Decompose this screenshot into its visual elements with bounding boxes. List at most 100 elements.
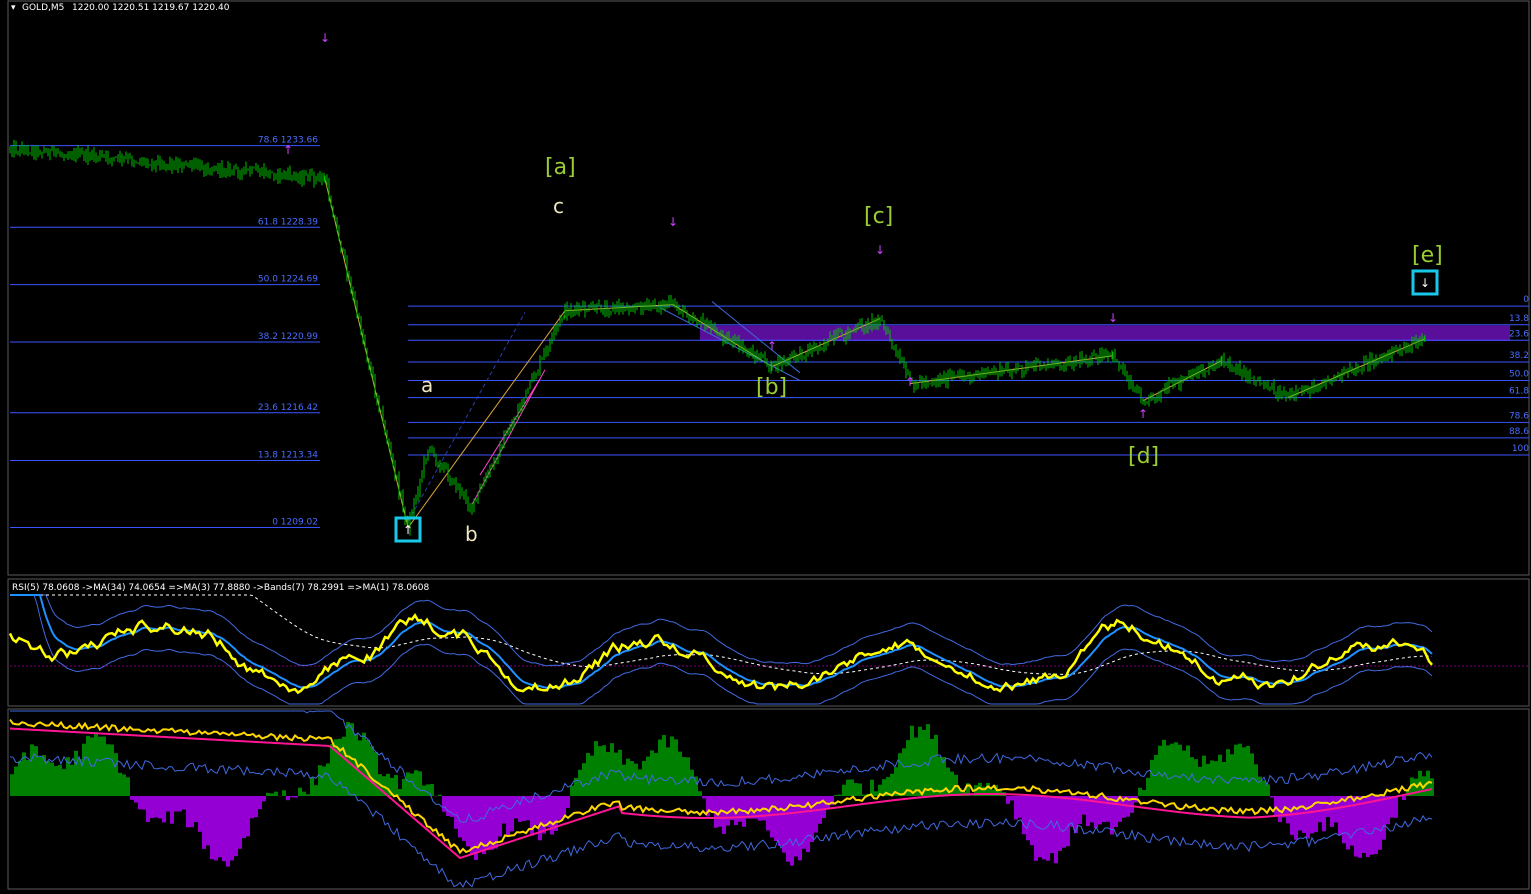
- osc-bar-neg: [174, 796, 178, 812]
- osc-bar-neg: [218, 796, 222, 858]
- osc-bar-pos: [386, 773, 390, 796]
- resistance-zone: [700, 325, 1510, 342]
- osc-bar-pos: [26, 760, 30, 796]
- osc-bar-pos: [1178, 744, 1182, 796]
- osc-bar-pos: [1250, 753, 1254, 796]
- osc-bar-neg: [242, 796, 246, 839]
- osc-bar-pos: [102, 736, 106, 796]
- osc-bar-neg: [294, 796, 298, 798]
- fib-right-label: 61.8: [1509, 387, 1529, 397]
- osc-bar-pos: [318, 765, 322, 796]
- wave-label-b-bracket: [b]: [756, 375, 787, 400]
- osc-bar-neg: [750, 796, 754, 819]
- osc-bar-pos: [1238, 743, 1242, 796]
- osc-bar-pos: [586, 753, 590, 796]
- osc-bar-pos: [634, 763, 638, 796]
- osc-bar-pos: [582, 763, 586, 796]
- osc-bar-pos: [1226, 749, 1230, 796]
- osc-bar-neg: [250, 796, 254, 819]
- osc-bar-pos: [46, 760, 50, 796]
- osc-bar-pos: [858, 783, 862, 796]
- osc-bar-neg: [198, 796, 202, 832]
- osc-bar-neg: [494, 796, 498, 849]
- osc-bar-pos: [310, 777, 314, 796]
- osc-bar-pos: [406, 772, 410, 796]
- osc-bar-neg: [506, 796, 510, 836]
- osc-bar-pos: [426, 784, 430, 796]
- osc-bar-pos: [610, 743, 614, 796]
- osc-bar-pos: [902, 748, 906, 796]
- wave-label-c-bracket: [c]: [864, 204, 893, 229]
- osc-bar-pos: [58, 765, 62, 796]
- osc-bar-neg: [462, 796, 466, 841]
- wave-label-b: b: [465, 522, 478, 546]
- osc-bar-neg: [1346, 796, 1350, 850]
- osc-bar-neg: [1358, 796, 1362, 858]
- osc-bar-pos: [418, 771, 422, 796]
- osc-bar-neg: [1270, 796, 1274, 798]
- osc-bar-neg: [1110, 796, 1114, 835]
- osc-bar-pos: [934, 734, 938, 796]
- osc-bar-pos: [34, 746, 38, 796]
- osc-bar-pos: [1210, 760, 1214, 796]
- osc-bar-neg: [286, 796, 290, 801]
- wave-label-a-bracket: [a]: [545, 155, 576, 180]
- osc-bar-neg: [154, 796, 158, 818]
- osc-bar-pos: [1162, 739, 1166, 796]
- osc-bar-neg: [1310, 796, 1314, 834]
- osc-bar-neg: [1046, 796, 1050, 861]
- osc-bar-neg: [1294, 796, 1298, 840]
- fib-right-label: 100: [1512, 444, 1529, 454]
- osc-bar-pos: [1258, 776, 1262, 796]
- osc-bar-pos: [1150, 759, 1154, 796]
- osc-bar-neg: [558, 796, 562, 820]
- osc-bar-pos: [914, 737, 918, 796]
- osc-bar-pos: [662, 735, 666, 796]
- osc-bar-neg: [202, 796, 206, 849]
- osc-bar-pos: [10, 774, 14, 796]
- osc-bar-pos: [670, 736, 674, 796]
- osc-bar-pos: [1206, 763, 1210, 796]
- trading-chart[interactable]: 78.6 1233.6661.8 1228.3950.0 1224.6938.2…: [0, 0, 1531, 894]
- osc-bar-pos: [918, 726, 922, 796]
- osc-bar-pos: [898, 753, 902, 796]
- osc-bar-neg: [1026, 796, 1030, 841]
- fib-left-label: 61.8 1228.39: [258, 217, 318, 227]
- fib-left-label: 0 1209.02: [272, 518, 318, 528]
- fib-right-label: 88.6: [1509, 427, 1529, 437]
- symbol-label: GOLD,M5: [22, 3, 64, 13]
- osc-bar-pos: [90, 737, 94, 796]
- osc-bar-neg: [130, 796, 134, 800]
- osc-bar-pos: [282, 790, 286, 796]
- wave-label-a: a: [421, 373, 433, 397]
- osc-bar-pos: [1230, 754, 1234, 796]
- osc-bar-pos: [270, 793, 274, 796]
- osc-bar-pos: [118, 772, 122, 796]
- osc-bar-pos: [874, 791, 878, 796]
- osc-bar-pos: [302, 791, 306, 796]
- osc-bar-neg: [1342, 796, 1346, 844]
- osc-bar-neg: [542, 796, 546, 834]
- osc-bar-neg: [290, 796, 294, 798]
- arrow-up-icon: ↑: [767, 339, 777, 353]
- fib-left-label: 38.2 1220.99: [258, 332, 318, 342]
- osc-bar-neg: [1058, 796, 1062, 851]
- osc-bar-pos: [690, 769, 694, 796]
- osc-bar-pos: [650, 750, 654, 796]
- osc-bar-pos: [930, 738, 934, 796]
- osc-bar-pos: [126, 777, 130, 796]
- chevron-down-icon[interactable]: ▾: [11, 3, 16, 13]
- osc-bar-neg: [766, 796, 770, 831]
- osc-bar-pos: [1158, 745, 1162, 796]
- osc-bar-pos: [838, 794, 842, 796]
- osc-bar-pos: [654, 753, 658, 796]
- osc-bar-neg: [226, 796, 230, 867]
- osc-bar-pos: [122, 774, 126, 796]
- arrow-up-icon: ↑: [1138, 407, 1148, 421]
- osc-bar-neg: [1070, 796, 1074, 827]
- osc-bar-pos: [678, 751, 682, 796]
- osc-bar-neg: [538, 796, 542, 841]
- osc-bar-pos: [854, 783, 858, 796]
- osc-bar-pos: [682, 757, 686, 796]
- fib-right-label: 0: [1523, 295, 1529, 305]
